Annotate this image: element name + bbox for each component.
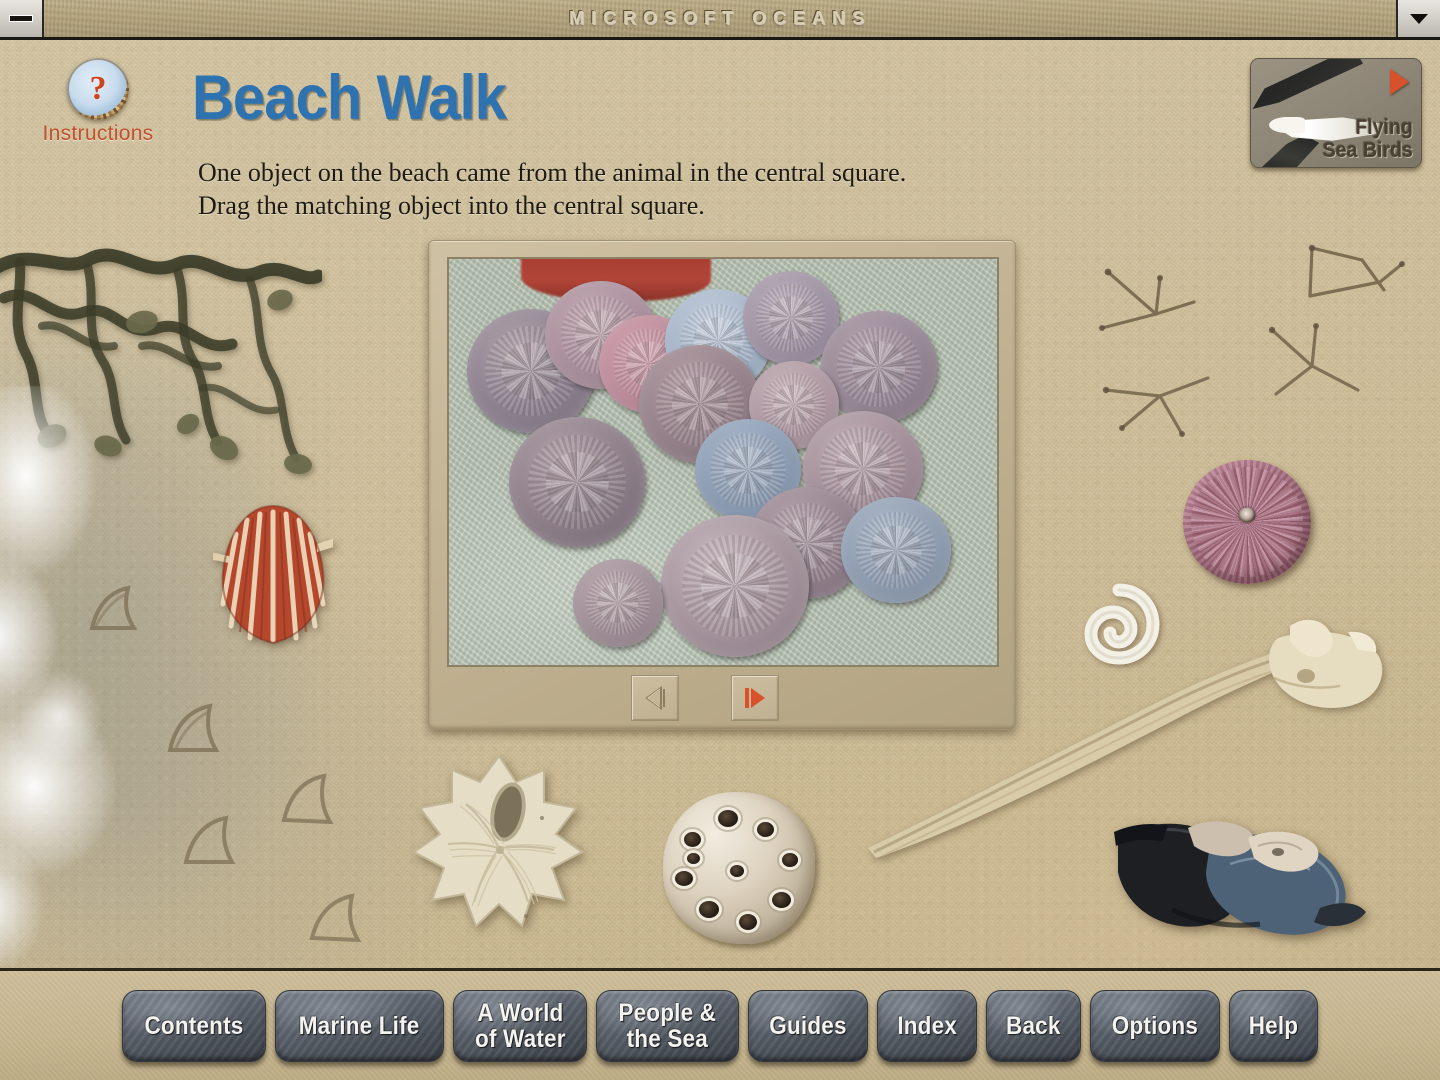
flying-sea-birds-label: Flying Sea Birds bbox=[1323, 116, 1413, 162]
previous-photo-button[interactable] bbox=[631, 675, 679, 721]
nav-button-contents[interactable]: Contents bbox=[122, 989, 267, 1062]
nav-label: Options bbox=[1111, 1011, 1198, 1040]
window-menu-button[interactable] bbox=[1396, 0, 1440, 37]
instructions-button[interactable]: ? Instructions bbox=[18, 58, 178, 146]
webbed-footprint-icon bbox=[84, 582, 142, 636]
fsb-line-1: Flying bbox=[1355, 116, 1413, 139]
bottom-navigation-bar: Contents Marine Life A World of Water Pe… bbox=[0, 968, 1440, 1080]
barnacle-body bbox=[663, 792, 815, 944]
barnacle-cluster-object[interactable] bbox=[663, 792, 815, 944]
sand-dollar-shape bbox=[509, 417, 645, 547]
webbed-footprint-icon bbox=[162, 700, 224, 758]
instructions-label: Instructions bbox=[42, 122, 154, 145]
page-title: Beach Walk bbox=[192, 63, 507, 133]
next-arrow-icon bbox=[742, 685, 768, 711]
window-titlebar: MICROSOFT OCEANS bbox=[0, 0, 1440, 40]
instructions-text: One object on the beach came from the an… bbox=[198, 156, 1218, 222]
albatross-head bbox=[1269, 117, 1305, 133]
nav-button-back[interactable]: Back bbox=[986, 989, 1081, 1062]
nav-label: Guides bbox=[769, 1011, 847, 1040]
webbed-footprint-icon bbox=[278, 772, 338, 830]
nav-button-guides[interactable]: Guides bbox=[747, 989, 868, 1062]
nav-button-help[interactable]: Help bbox=[1228, 989, 1318, 1062]
chevron-down-icon bbox=[1410, 13, 1428, 24]
sand-dollar-shape bbox=[661, 515, 809, 657]
webbed-footprint-icon bbox=[306, 892, 366, 948]
nav-button-people-and-the-sea[interactable]: People & the Sea bbox=[596, 989, 739, 1062]
window-title-strip: MICROSOFT OCEANS bbox=[44, 0, 1396, 37]
oceans-application: MICROSOFT OCEANS ? Instructions Beach Wa… bbox=[0, 0, 1440, 1080]
sea-urchin-test bbox=[1183, 460, 1311, 584]
sand-dollar-shape bbox=[573, 559, 663, 647]
minimize-button[interactable] bbox=[0, 0, 44, 37]
question-mark-glyph: ? bbox=[89, 70, 107, 107]
minimize-icon bbox=[9, 15, 33, 22]
nav-label: A World of Water bbox=[474, 998, 566, 1053]
nav-button-marine-life[interactable]: Marine Life bbox=[275, 989, 444, 1062]
central-square-frame[interactable] bbox=[428, 240, 1016, 730]
sea-foam-object bbox=[0, 386, 174, 966]
nav-button-index[interactable]: Index bbox=[876, 989, 978, 1062]
flying-sea-birds-button[interactable]: Flying Sea Birds bbox=[1250, 58, 1422, 168]
nav-label: Index bbox=[897, 1011, 957, 1040]
nav-label: Marine Life bbox=[299, 1011, 420, 1040]
question-mark-badge-icon: ? bbox=[67, 58, 129, 120]
mussel-shells-object[interactable] bbox=[1112, 790, 1368, 952]
previous-arrow-icon bbox=[642, 685, 668, 711]
keyhole-sand-dollar-object[interactable] bbox=[404, 752, 594, 938]
webbed-footprint-icon bbox=[178, 812, 240, 870]
instruction-line-1: One object on the beach came from the an… bbox=[198, 158, 907, 187]
instruction-line-2: Drag the matching object into the centra… bbox=[198, 191, 705, 220]
play-triangle-icon[interactable] bbox=[1390, 69, 1409, 95]
fsb-line-2: Sea Birds bbox=[1322, 139, 1413, 162]
window-title: MICROSOFT OCEANS bbox=[568, 8, 871, 28]
nav-label: Contents bbox=[144, 1011, 244, 1040]
sea-urchin-object[interactable] bbox=[1183, 460, 1311, 584]
scallop-shell-object[interactable] bbox=[213, 500, 333, 650]
bird-track-icon bbox=[1098, 348, 1238, 448]
nav-label: Back bbox=[1006, 1011, 1061, 1040]
central-square-photo bbox=[447, 257, 999, 667]
nav-label: Help bbox=[1248, 1011, 1298, 1040]
nav-button-options[interactable]: Options bbox=[1089, 989, 1220, 1062]
next-photo-button[interactable] bbox=[731, 675, 779, 721]
nav-button-a-world-of-water[interactable]: A World of Water bbox=[452, 989, 588, 1062]
nav-label: People & the Sea bbox=[618, 998, 717, 1053]
bird-track-icon bbox=[1258, 320, 1388, 430]
sand-dollar-shape bbox=[841, 497, 951, 603]
